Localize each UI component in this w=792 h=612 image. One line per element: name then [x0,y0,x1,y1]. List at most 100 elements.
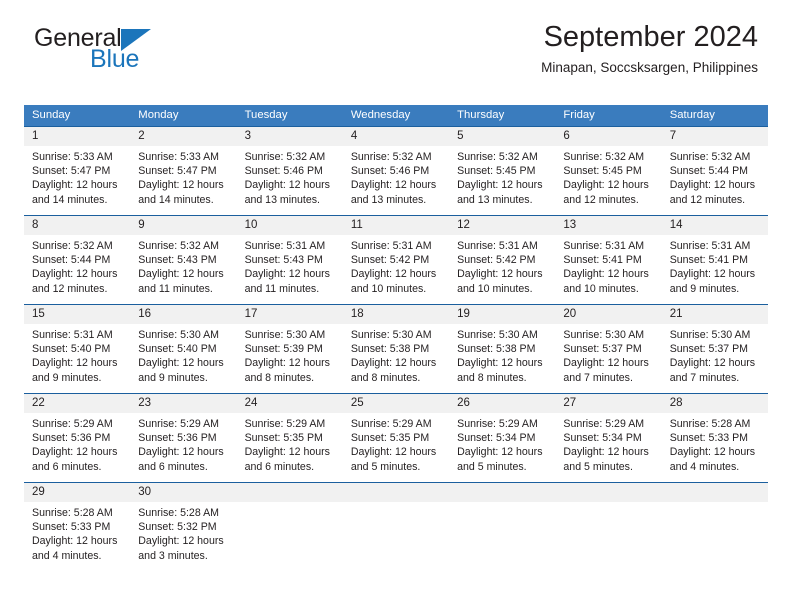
day-cell[interactable]: Sunrise: 5:30 AM Sunset: 5:38 PM Dayligh… [343,324,449,393]
day-cell[interactable]: Sunrise: 5:30 AM Sunset: 5:38 PM Dayligh… [449,324,555,393]
day-cell[interactable]: Sunrise: 5:28 AM Sunset: 5:33 PM Dayligh… [662,413,768,482]
sunrise-text: Sunrise: 5:32 AM [244,151,326,163]
day-cell[interactable]: Sunrise: 5:31 AM Sunset: 5:42 PM Dayligh… [343,235,449,304]
calendar-week-row: 15 16 17 18 19 20 21 Sunrise: 5:31 AM Su… [24,304,768,393]
sunrise-text: Sunrise: 5:33 AM [32,151,113,163]
sunset-text: Sunset: 5:45 PM [563,165,642,178]
sunset-text: Sunset: 5:43 PM [138,254,217,267]
day-cell[interactable]: Sunrise: 5:31 AM Sunset: 5:41 PM Dayligh… [662,235,768,304]
day-cell[interactable]: Sunrise: 5:32 AM Sunset: 5:45 PM Dayligh… [449,146,555,215]
day-cell[interactable]: Sunrise: 5:31 AM Sunset: 5:42 PM Dayligh… [449,235,555,304]
day-number: 7 [669,130,677,142]
sunset-text: Sunset: 5:44 PM [669,165,749,178]
sunrise-text: Sunrise: 5:30 AM [138,329,219,341]
day-cell[interactable]: Sunrise: 5:29 AM Sunset: 5:35 PM Dayligh… [343,413,449,482]
day-cell[interactable]: Sunrise: 5:28 AM Sunset: 5:32 PM Dayligh… [130,502,236,571]
sunrise-text: Sunrise: 5:29 AM [563,418,645,430]
day-cell-empty [237,502,343,571]
day-number: 13 [563,219,577,231]
daylight-text-line1: Daylight: 12 hours [32,535,118,548]
day-cell[interactable]: Sunrise: 5:33 AM Sunset: 5:47 PM Dayligh… [24,146,130,215]
calendar-grid: Sunday Monday Tuesday Wednesday Thursday… [24,105,768,571]
sunset-text: Sunset: 5:47 PM [32,165,111,178]
daylight-text-line2: and 5 minutes. [563,460,633,473]
day-cell[interactable]: Sunrise: 5:31 AM Sunset: 5:40 PM Dayligh… [24,324,130,393]
daylight-text-line2: and 7 minutes. [563,371,633,384]
day-number: 16 [138,308,152,320]
day-number: 1 [32,130,39,142]
day-cell-empty [449,502,555,571]
daylight-text-line1: Daylight: 12 hours [32,357,118,370]
general-blue-logo[interactable]: General Blue [34,26,274,72]
sunrise-text: Sunrise: 5:29 AM [350,418,432,430]
sunrise-text: Sunrise: 5:32 AM [457,151,538,163]
day-number-empty [662,483,768,502]
day-cell[interactable]: Sunrise: 5:31 AM Sunset: 5:43 PM Dayligh… [237,235,343,304]
daylight-text-line1: Daylight: 12 hours [669,268,756,281]
day-number: 5 [457,130,464,142]
daylight-text-line2: and 13 minutes. [457,193,533,206]
week-details-band: Sunrise: 5:32 AM Sunset: 5:44 PM Dayligh… [24,235,768,304]
day-cell[interactable]: Sunrise: 5:32 AM Sunset: 5:44 PM Dayligh… [24,235,130,304]
daylight-text-line2: and 9 minutes. [669,282,740,295]
sunset-text: Sunset: 5:42 PM [457,254,536,267]
day-cell[interactable]: Sunrise: 5:33 AM Sunset: 5:47 PM Dayligh… [130,146,236,215]
daylight-text-line2: and 11 minutes. [138,282,213,295]
daylight-text-line1: Daylight: 12 hours [457,268,543,281]
day-cell[interactable]: Sunrise: 5:30 AM Sunset: 5:39 PM Dayligh… [237,324,343,393]
calendar-week-row: 22 23 24 25 26 27 28 Sunrise: 5:29 AM Su… [24,393,768,482]
daylight-text-line2: and 14 minutes. [138,193,214,206]
day-cell[interactable]: Sunrise: 5:29 AM Sunset: 5:36 PM Dayligh… [24,413,130,482]
sunrise-text: Sunrise: 5:32 AM [669,151,751,163]
sunrise-text: Sunrise: 5:32 AM [563,151,645,163]
daylight-text-line2: and 5 minutes. [350,460,421,473]
day-cell[interactable]: Sunrise: 5:29 AM Sunset: 5:35 PM Dayligh… [237,413,343,482]
daylight-text-line2: and 6 minutes. [138,460,208,473]
daylight-text-line2: and 6 minutes. [244,460,315,473]
day-cell[interactable]: Sunrise: 5:28 AM Sunset: 5:33 PM Dayligh… [24,502,130,571]
sunset-text: Sunset: 5:45 PM [457,165,536,178]
daylight-text-line1: Daylight: 12 hours [350,179,437,192]
day-cell[interactable]: Sunrise: 5:30 AM Sunset: 5:37 PM Dayligh… [555,324,661,393]
sunset-text: Sunset: 5:40 PM [32,343,111,356]
day-cell[interactable]: Sunrise: 5:32 AM Sunset: 5:46 PM Dayligh… [343,146,449,215]
day-cell-empty [555,502,661,571]
daylight-text-line2: and 4 minutes. [669,460,740,473]
sunset-text: Sunset: 5:35 PM [350,432,430,445]
day-number: 11 [350,219,363,231]
daylight-text-line1: Daylight: 12 hours [563,179,649,192]
calendar-week-row: 1 2 3 4 5 6 7 Sunrise: 5:33 AM Sunset: 5… [24,126,768,215]
weekday-header-row: Sunday Monday Tuesday Wednesday Thursday… [24,105,768,126]
sunrise-text: Sunrise: 5:29 AM [138,418,219,430]
sunset-text: Sunset: 5:41 PM [669,254,749,267]
day-number-empty [555,483,661,502]
day-cell[interactable]: Sunrise: 5:32 AM Sunset: 5:44 PM Dayligh… [662,146,768,215]
daylight-text-line1: Daylight: 12 hours [563,268,649,281]
day-cell[interactable]: Sunrise: 5:29 AM Sunset: 5:36 PM Dayligh… [130,413,236,482]
daylight-text-line2: and 8 minutes. [457,371,527,384]
day-cell[interactable]: Sunrise: 5:30 AM Sunset: 5:40 PM Dayligh… [130,324,236,393]
sunrise-text: Sunrise: 5:31 AM [32,329,113,341]
sunrise-text: Sunrise: 5:31 AM [244,240,326,252]
sunset-text: Sunset: 5:38 PM [457,343,536,356]
day-cell-empty [662,502,768,571]
day-number: 17 [244,308,258,320]
day-cell[interactable]: Sunrise: 5:32 AM Sunset: 5:45 PM Dayligh… [555,146,661,215]
daylight-text-line2: and 12 minutes. [563,193,639,206]
day-cell[interactable]: Sunrise: 5:31 AM Sunset: 5:41 PM Dayligh… [555,235,661,304]
day-cell[interactable]: Sunrise: 5:32 AM Sunset: 5:46 PM Dayligh… [237,146,343,215]
sunset-text: Sunset: 5:47 PM [138,165,217,178]
day-number-empty [237,483,343,502]
day-cell[interactable]: Sunrise: 5:29 AM Sunset: 5:34 PM Dayligh… [449,413,555,482]
sunset-text: Sunset: 5:42 PM [350,254,430,267]
daylight-text-line1: Daylight: 12 hours [32,179,118,192]
daylight-text-line1: Daylight: 12 hours [138,446,224,459]
day-number: 27 [563,397,577,409]
daylight-text-line2: and 9 minutes. [32,371,102,384]
day-cell[interactable]: Sunrise: 5:29 AM Sunset: 5:34 PM Dayligh… [555,413,661,482]
day-cell[interactable]: Sunrise: 5:30 AM Sunset: 5:37 PM Dayligh… [662,324,768,393]
week-details-band: Sunrise: 5:29 AM Sunset: 5:36 PM Dayligh… [24,413,768,482]
sunrise-text: Sunrise: 5:32 AM [350,151,432,163]
day-number: 28 [669,397,683,409]
day-cell[interactable]: Sunrise: 5:32 AM Sunset: 5:43 PM Dayligh… [130,235,236,304]
